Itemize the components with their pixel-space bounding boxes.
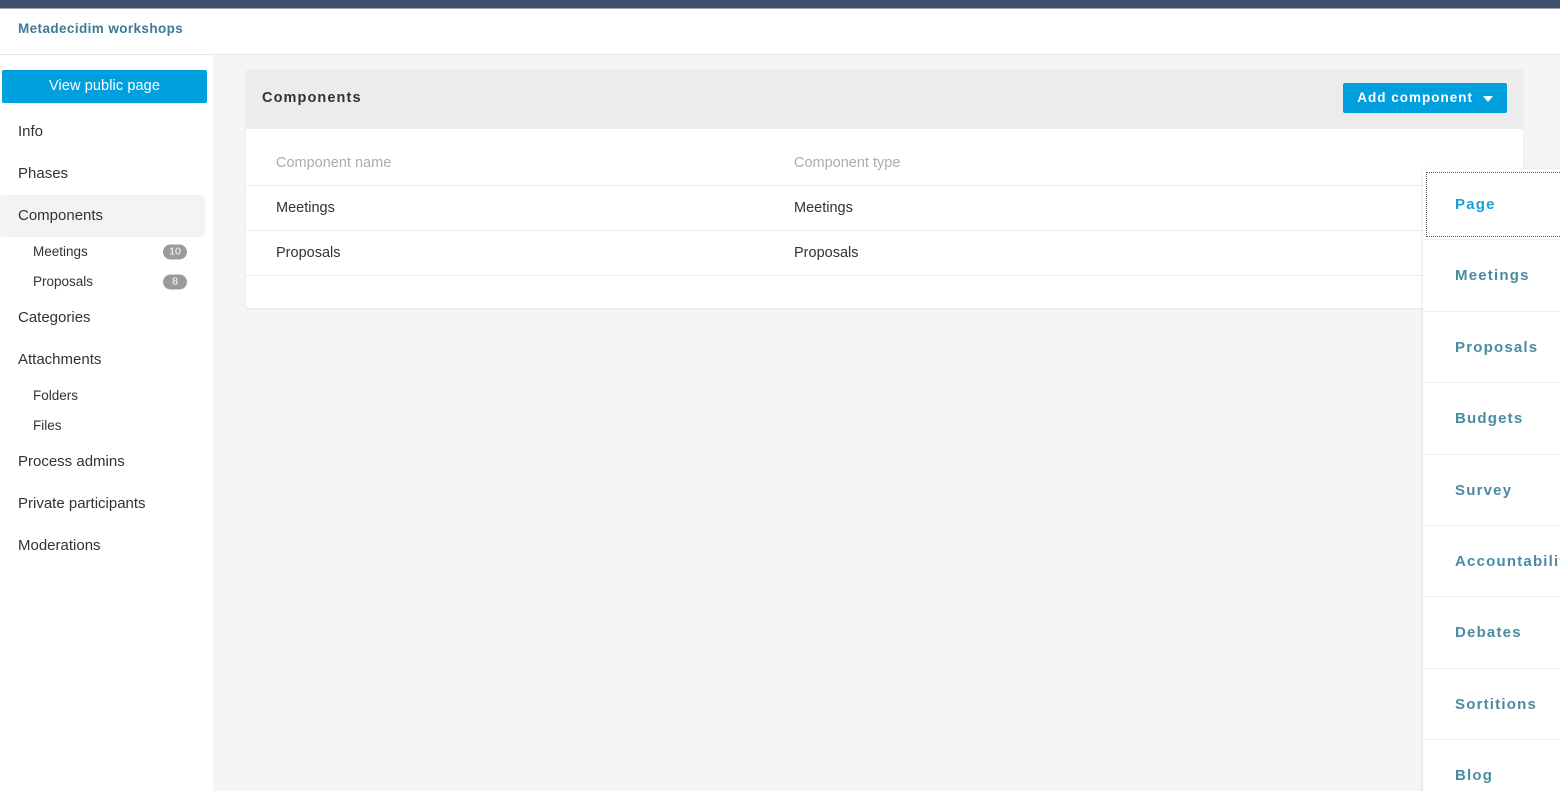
sidebar-item-components[interactable]: Components [0, 195, 205, 237]
sidebar-item-label: Categories [18, 309, 91, 326]
components-card-header: Components Add component [246, 69, 1523, 129]
table-row[interactable]: Proposals Proposals [246, 230, 1523, 276]
sidebar-item-label: Components [18, 207, 104, 224]
dropdown-item-meetings[interactable]: Meetings [1423, 240, 1560, 312]
sidebar-item-info[interactable]: Info [0, 111, 205, 153]
dropdown-item-proposals[interactable]: Proposals [1423, 311, 1560, 384]
sidebar-item-label: Proposals [33, 274, 94, 289]
sidebar-item-categories[interactable]: Categories [0, 297, 205, 339]
components-card: Components Add component Component name … [246, 69, 1523, 308]
card-footer [246, 276, 1523, 308]
sidebar-item-label: Files [33, 418, 62, 433]
components-table-body: Meetings Meetings Proposals Proposals [246, 185, 1523, 276]
sidebar-item-attachments[interactable]: Attachments [0, 339, 205, 381]
chevron-down-icon [1483, 96, 1493, 102]
view-public-page-button[interactable]: View public page [2, 70, 207, 103]
sidebar-item-moderations[interactable]: Moderations [0, 525, 205, 567]
column-header-component-name: Component name [246, 129, 794, 186]
components-table: Component name Component type Meetings Me… [246, 129, 1523, 276]
add-component-dropdown-menu: Page Meetings Proposals Budgets Survey Accoun… [1423, 169, 1560, 791]
sidebar-nav: Info Phases Components Meetings 10 Proposals 8… [0, 111, 213, 567]
sidebar-item-label: Process admins [18, 453, 125, 470]
sidebar: View public page Info Phases Components Mee… [0, 55, 213, 791]
dropdown-item-sortitions[interactable]: Sortitions [1423, 668, 1560, 741]
sidebar-item-meetings[interactable]: Meetings 10 [0, 237, 205, 267]
main-content: Components Add component Component name … [213, 55, 1560, 791]
admin-page: Metadecidim workshops View public page I… [0, 0, 1560, 791]
components-table-head: Component name Component type [246, 129, 1523, 186]
column-header-component-type: Component type [794, 129, 1104, 186]
sidebar-item-label: Attachments [18, 351, 102, 368]
top-accent-bar [0, 0, 1560, 8]
cell-component-type: Meetings [794, 185, 1104, 231]
sidebar-item-folders[interactable]: Folders [0, 381, 205, 411]
page-header: Metadecidim workshops [0, 9, 1560, 54]
sidebar-item-badge: 10 [163, 244, 187, 260]
sidebar-item-label: Moderations [18, 537, 101, 554]
cell-component-name: Proposals [246, 230, 794, 276]
sidebar-item-process-admins[interactable]: Process admins [0, 441, 205, 483]
cell-component-type: Proposals [794, 230, 1104, 276]
dropdown-item-debates[interactable]: Debates [1423, 597, 1560, 669]
add-component-label: Add component [1357, 90, 1473, 105]
dropdown-item-budgets[interactable]: Budgets [1423, 383, 1560, 455]
sidebar-item-files[interactable]: Files [0, 411, 205, 441]
components-card-title: Components [262, 90, 362, 106]
sidebar-item-private-participants[interactable]: Private participants [0, 483, 205, 525]
dropdown-item-survey[interactable]: Survey [1423, 454, 1560, 526]
sidebar-item-badge: 8 [163, 274, 187, 290]
sidebar-item-phases[interactable]: Phases [0, 153, 205, 195]
sidebar-item-label: Info [18, 123, 44, 140]
sidebar-item-label: Phases [18, 165, 69, 182]
table-row[interactable]: Meetings Meetings [246, 185, 1523, 231]
dropdown-item-accountability[interactable]: Accountability [1423, 525, 1560, 598]
dropdown-item-page[interactable]: Page [1423, 169, 1560, 241]
table-header-row: Component name Component type [246, 129, 1523, 186]
sidebar-item-label: Folders [33, 388, 79, 403]
sidebar-item-label: Meetings [33, 244, 88, 259]
page-title: Metadecidim workshops [18, 21, 184, 36]
dropdown-item-blog[interactable]: Blog [1423, 740, 1560, 791]
sidebar-item-proposals[interactable]: Proposals 8 [0, 267, 205, 297]
sidebar-item-label: Private participants [18, 495, 146, 512]
add-component-button[interactable]: Add component [1343, 83, 1507, 113]
cell-component-name: Meetings [246, 185, 794, 231]
